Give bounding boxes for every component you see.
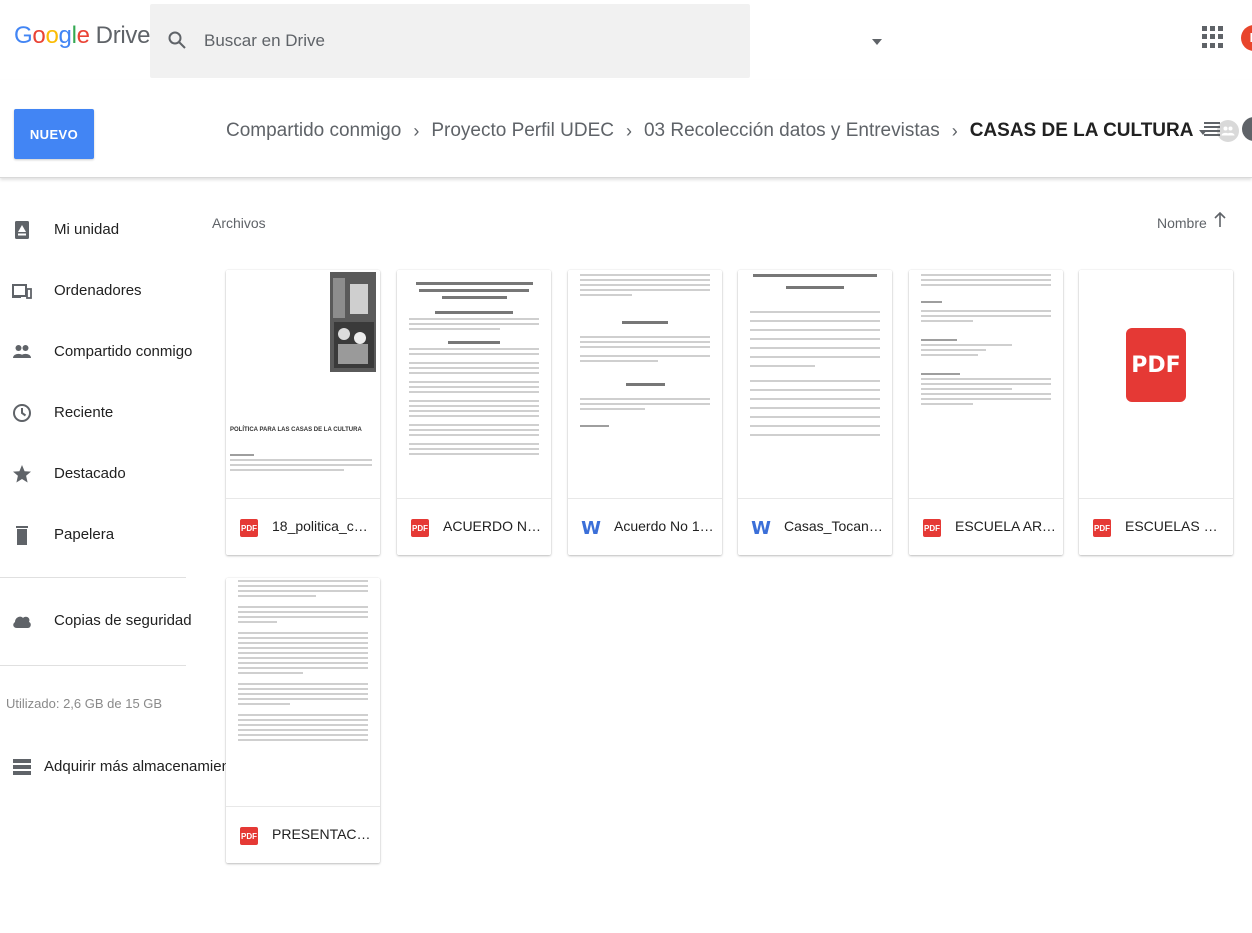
document-text-lines bbox=[921, 274, 1051, 408]
pdf-file-icon: PDF bbox=[411, 519, 429, 537]
chevron-right-icon: › bbox=[951, 120, 958, 141]
pdf-file-icon: PDF bbox=[923, 519, 941, 537]
file-card-footer: PDF ESCUELA ARTISTI... bbox=[909, 498, 1063, 555]
sidebar-item-recent[interactable]: Reciente bbox=[0, 393, 200, 433]
star-icon bbox=[13, 465, 31, 483]
file-card[interactable]: PDF ESCUELA ARTISTI... bbox=[909, 270, 1063, 555]
pdf-file-icon: PDF bbox=[240, 827, 258, 845]
file-card[interactable]: W Casas_Tocancipa_... bbox=[738, 270, 892, 555]
file-thumbnail: PDF bbox=[1079, 270, 1233, 498]
product-name: Drive bbox=[95, 22, 151, 49]
computer-icon bbox=[12, 284, 32, 299]
document-title: POLÍTICA PARA LAS CASAS DE LA CULTURA bbox=[230, 427, 362, 433]
sidebar-item-backups[interactable]: Copias de seguridad bbox=[0, 601, 200, 641]
breadcrumb-item-shared[interactable]: Compartido conmigo bbox=[226, 120, 401, 142]
file-card[interactable]: PDF PDF ESCUELAS DE FO... bbox=[1079, 270, 1233, 555]
document-text-lines bbox=[230, 454, 372, 474]
file-name: ESCUELA ARTISTI... bbox=[955, 518, 1057, 534]
sidebar-item-computers[interactable]: Ordenadores bbox=[0, 271, 200, 311]
google-drive-logo[interactable]: Google Drive bbox=[14, 22, 150, 50]
sidebar-item-trash[interactable]: Papelera bbox=[0, 515, 200, 555]
new-button[interactable]: NUEVO bbox=[14, 109, 94, 159]
file-name: 18_politica_casas... bbox=[272, 518, 374, 534]
file-card-footer: W Acuerdo No 12 ES... bbox=[568, 498, 722, 555]
file-thumbnail bbox=[226, 578, 380, 806]
search-input[interactable] bbox=[204, 26, 684, 56]
document-text-lines bbox=[409, 282, 539, 458]
pdf-file-icon: PDF bbox=[1093, 519, 1111, 537]
account-avatar[interactable]: E bbox=[1241, 25, 1252, 51]
file-thumbnail bbox=[397, 270, 551, 498]
drive-icon bbox=[15, 221, 29, 239]
file-name: Acuerdo No 12 ES... bbox=[614, 518, 716, 534]
sidebar-item-starred[interactable]: Destacado bbox=[0, 454, 200, 494]
photo-thumbnail bbox=[330, 272, 376, 372]
cloud-icon bbox=[13, 616, 31, 628]
details-info-icon[interactable] bbox=[1242, 117, 1252, 141]
file-name: ACUERDO N° 12 d... bbox=[443, 518, 545, 534]
search-icon[interactable] bbox=[168, 31, 186, 49]
trash-icon bbox=[16, 526, 28, 545]
arrow-up-icon[interactable] bbox=[1214, 212, 1226, 228]
sidebar-divider bbox=[0, 665, 186, 666]
file-card[interactable]: PDF ACUERDO N° 12 d... bbox=[397, 270, 551, 555]
file-card-footer: PDF 18_politica_casas... bbox=[226, 498, 380, 555]
storage-icon bbox=[13, 759, 31, 775]
breadcrumb-current-folder[interactable]: CASAS DE LA CULTURA bbox=[970, 120, 1194, 142]
file-card-footer: PDF ACUERDO N° 12 d... bbox=[397, 498, 551, 555]
list-view-icon[interactable] bbox=[1204, 122, 1220, 136]
file-card-footer: PDF PRESENTACION E... bbox=[226, 806, 380, 863]
top-bar: GoogleDrive E bbox=[0, 0, 1252, 80]
apps-grid-icon[interactable] bbox=[1202, 26, 1224, 48]
word-file-icon: W bbox=[581, 517, 601, 539]
clock-icon bbox=[13, 404, 31, 422]
files-section-title: Archivos bbox=[212, 215, 266, 231]
chevron-right-icon: › bbox=[413, 120, 420, 141]
file-card[interactable]: POLÍTICA PARA LAS CASAS DE LA CULTURA PD… bbox=[226, 270, 380, 555]
pdf-file-icon: PDF bbox=[240, 519, 258, 537]
file-card-footer: PDF ESCUELAS DE FO... bbox=[1079, 498, 1233, 555]
sidebar-item-shared-with-me[interactable]: Compartido conmigo bbox=[0, 332, 200, 372]
file-thumbnail bbox=[568, 270, 722, 498]
people-icon bbox=[13, 345, 31, 358]
file-card-footer: W Casas_Tocancipa_... bbox=[738, 498, 892, 555]
document-text-lines bbox=[238, 580, 368, 744]
document-text-lines bbox=[580, 274, 710, 430]
storage-usage-text: Utilizado: 2,6 GB de 15 GB bbox=[6, 696, 163, 711]
file-thumbnail bbox=[738, 270, 892, 498]
file-thumbnail: POLÍTICA PARA LAS CASAS DE LA CULTURA bbox=[226, 270, 380, 498]
search-options-dropdown-icon[interactable] bbox=[872, 39, 882, 45]
file-name: ESCUELAS DE FO... bbox=[1125, 518, 1227, 534]
sort-by-name-button[interactable]: Nombre bbox=[1157, 215, 1207, 231]
file-card[interactable]: PDF PRESENTACION E... bbox=[226, 578, 380, 863]
shared-folder-icon[interactable] bbox=[1217, 120, 1240, 142]
file-card[interactable]: W Acuerdo No 12 ES... bbox=[568, 270, 722, 555]
buy-storage-link[interactable]: Adquirir más almacenamiento bbox=[12, 752, 242, 782]
file-thumbnail bbox=[909, 270, 1063, 498]
search-bar[interactable] bbox=[150, 4, 882, 78]
file-name: PRESENTACION E... bbox=[272, 826, 374, 842]
chevron-right-icon: › bbox=[625, 120, 632, 141]
breadcrumb-item-project[interactable]: Proyecto Perfil UDEC bbox=[431, 120, 614, 142]
breadcrumb-item-data-collection[interactable]: 03 Recolección datos y Entrevistas bbox=[644, 120, 940, 142]
sidebar-divider bbox=[0, 577, 186, 578]
word-file-icon: W bbox=[751, 517, 771, 539]
sidebar: Mi unidad Ordenadores Compartido conmigo… bbox=[0, 180, 242, 933]
file-name: Casas_Tocancipa_... bbox=[784, 518, 886, 534]
sidebar-item-my-drive[interactable]: Mi unidad bbox=[0, 210, 200, 250]
toolbar: NUEVO Compartido conmigo › Proyecto Perf… bbox=[0, 80, 1252, 178]
document-text-lines bbox=[750, 274, 880, 439]
breadcrumb: Compartido conmigo › Proyecto Perfil UDE… bbox=[226, 120, 1240, 142]
pdf-file-icon: PDF bbox=[1126, 328, 1186, 402]
